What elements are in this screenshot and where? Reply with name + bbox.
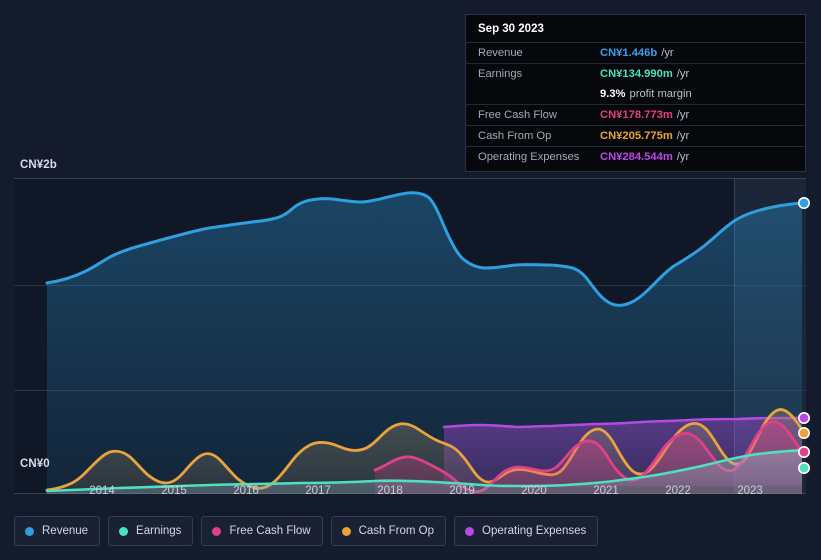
endpoint-revenue — [797, 197, 810, 210]
endpoint-earnings — [797, 461, 810, 474]
tooltip-row-label: Earnings — [478, 68, 523, 80]
legend-color-dot-icon — [212, 526, 222, 536]
tooltip-row-value-wrap: CN¥134.990m/yr — [600, 67, 689, 81]
legend-item-earnings[interactable]: Earnings — [108, 516, 194, 546]
tooltip-row-value: CN¥178.773m — [600, 109, 673, 121]
tooltip-row-label: Cash From Op — [478, 130, 552, 142]
legend-item-revenue[interactable]: Revenue — [14, 516, 101, 546]
legend-item-free-cash-flow[interactable]: Free Cash Flow — [201, 516, 323, 546]
chart-legend[interactable]: Revenue Earnings Free Cash Flow Cash From O… — [14, 516, 599, 546]
tooltip-row-value-wrap: CN¥178.773m/yr — [600, 108, 689, 122]
legend-item-cash-from-op[interactable]: Cash From Op — [330, 516, 447, 546]
chart-tooltip: Sep 30 2023 Revenue CN¥1.446b/yr Earnings C… — [465, 14, 806, 172]
legend-color-dot-icon — [341, 526, 351, 536]
tooltip-row-value-wrap: CN¥284.544m/yr — [600, 150, 689, 164]
x-axis-label-2019: 2019 — [449, 485, 475, 497]
tooltip-row-value: CN¥1.446b — [600, 47, 658, 59]
tooltip-row-value: CN¥205.775m — [600, 130, 673, 142]
endpoint-opex — [797, 411, 810, 424]
tooltip-row-suffix: /yr — [676, 130, 690, 142]
legend-color-dot-icon — [119, 526, 129, 536]
legend-item-label: Free Cash Flow — [229, 525, 311, 537]
endpoint-cash-from-op — [797, 426, 810, 439]
tooltip-rows: Revenue CN¥1.446b/yr Earnings CN¥134.990m/y… — [466, 42, 805, 167]
tooltip-row-suffix: /yr — [661, 47, 674, 59]
x-axis-label-2020: 2020 — [521, 485, 547, 497]
x-axis-label-2016: 2016 — [233, 485, 259, 497]
x-axis-label-2018: 2018 — [377, 485, 403, 497]
endpoint-free-cash-flow — [797, 445, 810, 458]
tooltip-row-value: 9.3% — [600, 88, 626, 100]
tooltip-row-value-wrap: CN¥1.446b/yr — [600, 46, 674, 60]
tooltip-row: Earnings CN¥134.990m/yr — [466, 63, 805, 84]
tooltip-row-value-wrap: 9.3% profit margin — [600, 87, 692, 101]
legend-item-label: Earnings — [136, 525, 182, 537]
tooltip-row-suffix: /yr — [676, 109, 690, 121]
x-axis-label-2021: 2021 — [593, 485, 619, 497]
legend-color-dot-icon — [25, 526, 34, 536]
x-axis-label-2014: 2014 — [89, 485, 115, 497]
tooltip-row-suffix: /yr — [676, 68, 690, 80]
tooltip-row: 9.3% profit margin — [466, 84, 805, 104]
tooltip-row-label: Free Cash Flow — [478, 109, 557, 121]
tooltip-row: Free Cash Flow CN¥178.773m/yr — [466, 104, 805, 125]
tooltip-row-value: CN¥134.990m — [600, 68, 673, 80]
tooltip-row-value: CN¥284.544m — [600, 151, 673, 163]
x-axis-label-2023: 2023 — [737, 485, 763, 497]
y-axis-top-label: CN¥2b — [20, 159, 57, 171]
tooltip-row-label: Operating Expenses — [478, 151, 580, 163]
tooltip-row: Revenue CN¥1.446b/yr — [466, 42, 805, 63]
tooltip-row: Operating Expenses CN¥284.544m/yr — [466, 146, 805, 167]
legend-item-label: Revenue — [42, 525, 89, 537]
legend-item-operating-expenses[interactable]: Operating Expenses — [454, 516, 599, 546]
tooltip-row-suffix: /yr — [676, 151, 690, 163]
x-axis-label-2015: 2015 — [161, 485, 187, 497]
tooltip-date: Sep 30 2023 — [478, 23, 544, 35]
tooltip-row-value-wrap: CN¥205.775m/yr — [600, 129, 689, 143]
tooltip-row-suffix: profit margin — [629, 88, 692, 100]
legend-item-label: Cash From Op — [358, 525, 435, 537]
tooltip-row: Cash From Op CN¥205.775m/yr — [466, 125, 805, 146]
legend-item-label: Operating Expenses — [482, 525, 587, 537]
x-axis-label-2022: 2022 — [665, 485, 691, 497]
x-axis-label-2017: 2017 — [305, 485, 331, 497]
legend-color-dot-icon — [465, 526, 475, 536]
tooltip-row-label: Revenue — [478, 47, 523, 59]
y-axis-zero-label: CN¥0 — [20, 458, 50, 470]
